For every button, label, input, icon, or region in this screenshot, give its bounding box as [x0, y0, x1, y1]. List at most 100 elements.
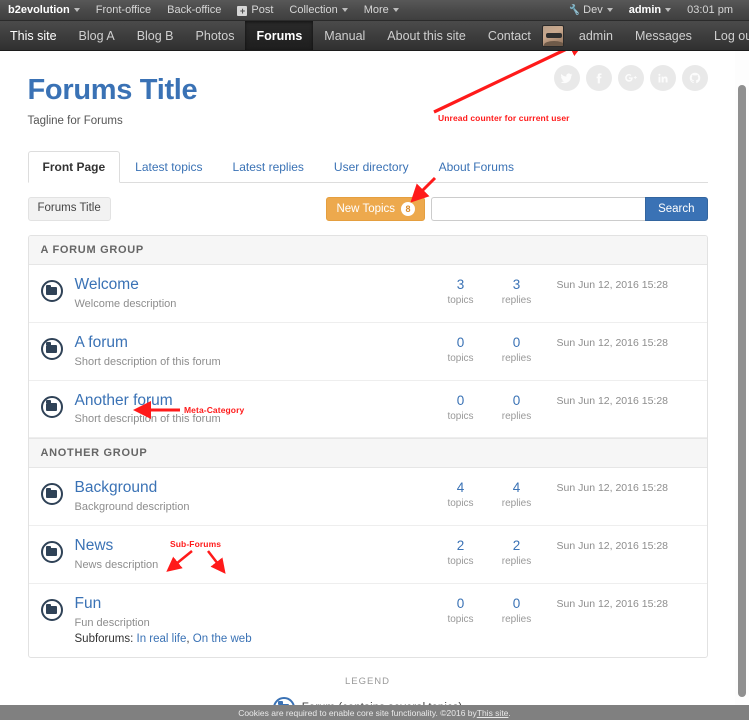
page-body: Forums Title Tagline for Forums Front Pa… [0, 51, 735, 720]
topics-count-cell: 2 topics [433, 537, 489, 567]
replies-label: replies [501, 352, 532, 364]
nav-item-label: Messages [634, 28, 692, 43]
replies-count-cell: 3 replies [489, 276, 545, 306]
googleplus-icon[interactable] [617, 65, 644, 91]
chevron-down-icon [341, 7, 348, 12]
legend-title: LEGEND [344, 675, 391, 687]
breadcrumb[interactable]: Forums Title [27, 197, 111, 221]
nav-item-label: Contact [487, 28, 531, 43]
tab-user-directory[interactable]: User directory [319, 151, 424, 183]
topics-label: topics [447, 410, 474, 422]
tab-about-forums[interactable]: About Forums [424, 151, 529, 183]
nav-item-manual[interactable]: Manual [313, 21, 376, 50]
folder-icon [40, 599, 63, 622]
subforum-link[interactable]: On the web [193, 633, 252, 645]
nav-item-blog-a[interactable]: Blog A [68, 21, 126, 50]
subforum-link[interactable]: In real life [137, 633, 187, 645]
toolbar-right-group: New Topics 8 Search [326, 197, 708, 221]
cookie-notice-link[interactable]: This site [477, 708, 509, 718]
nav-item-messages[interactable]: Messages [624, 29, 703, 43]
forum-description: Welcome description [74, 297, 177, 310]
replies-count-cell: 2 replies [489, 537, 545, 567]
nav-item-label: Log out [713, 28, 749, 43]
evobar-brand[interactable]: b2evolution [0, 0, 88, 21]
nav-item-photos[interactable]: Photos [185, 21, 246, 50]
nav-item-label: Blog B [136, 28, 174, 43]
forum-icon-cell [40, 276, 75, 302]
replies-label: replies [501, 614, 532, 626]
evobar-item-back-office[interactable]: Back-office [159, 0, 229, 21]
tab-front-page[interactable]: Front Page [27, 151, 121, 183]
forum-icon-cell [40, 392, 75, 418]
replies-count-cell: 4 replies [489, 479, 545, 509]
forum-icon-cell [40, 334, 75, 360]
forum-name-link[interactable]: A forum [75, 334, 433, 352]
forum-description: Short description of this forum [74, 355, 221, 368]
evobar-item-dev[interactable]: 🔧 Dev [560, 0, 621, 21]
plus-icon: + [237, 5, 248, 16]
subforum-separator: , [186, 632, 190, 645]
chevron-down-icon [606, 7, 613, 12]
forum-name-link[interactable]: News [75, 537, 433, 555]
evobar-item-more[interactable]: More [356, 0, 407, 21]
breadcrumb-label: Forums Title [37, 202, 101, 215]
forum-tabs: Front Page Latest topics Latest replies … [27, 151, 708, 183]
table-row[interactable]: A forum Short description of this forum … [28, 323, 707, 381]
table-row[interactable]: Background Background description 4 topi… [28, 468, 707, 527]
scrollbar-thumb[interactable] [738, 85, 746, 697]
admin-evobar: b2evolution Front-office Back-office + Po… [0, 0, 749, 21]
replies-label: replies [501, 498, 532, 510]
forum-name-link[interactable]: Fun [75, 595, 433, 613]
status-badge: 8 [401, 202, 416, 216]
evobar-item-front-office[interactable]: Front-office [88, 0, 159, 21]
forum-info: News News description [75, 537, 433, 571]
table-row[interactable]: News News description 2 topics 2 replies… [28, 526, 707, 585]
tab-label: User directory [333, 160, 409, 174]
tab-label: Latest replies [232, 160, 304, 174]
topics-count-cell: 0 topics [433, 595, 489, 625]
search-button[interactable]: Search [645, 197, 708, 221]
nav-item-this-site[interactable]: This site [0, 21, 68, 50]
vertical-scrollbar[interactable] [735, 51, 749, 705]
table-row[interactable]: Fun Fun description Subforums: In real l… [29, 584, 707, 657]
nav-item-about-this-site[interactable]: About this site [376, 21, 477, 50]
nav-item-label: Blog A [78, 28, 115, 43]
twitter-icon[interactable] [553, 65, 580, 91]
evobar-item-collection[interactable]: Collection [281, 0, 355, 21]
evobar-item-post[interactable]: + Post [229, 0, 281, 21]
nav-item-contact[interactable]: Contact [477, 21, 542, 50]
forum-name-link[interactable]: Background [75, 479, 433, 497]
last-post-date: Sun Jun 12, 2016 15:28 [556, 482, 669, 495]
replies-label: replies [501, 295, 532, 306]
forum-name-link[interactable]: Another forum [75, 392, 433, 410]
forum-list-panel: A FORUM GROUP Welcome Welcome descriptio… [27, 235, 708, 658]
tab-latest-replies[interactable]: Latest replies [218, 151, 319, 183]
table-row[interactable]: Welcome Welcome description 3 topics 3 r… [28, 265, 707, 323]
search-input[interactable] [431, 197, 646, 221]
nav-item-user[interactable]: admin [568, 29, 624, 43]
last-post-date: Sun Jun 12, 2016 15:28 [556, 540, 669, 553]
forum-name-link[interactable]: Welcome [75, 276, 433, 294]
replies-count: 0 [512, 596, 521, 612]
table-row[interactable]: Another forum Short description of this … [28, 381, 707, 439]
last-post-date: Sun Jun 12, 2016 15:28 [556, 336, 669, 349]
main-navigation: This site Blog A Blog B Photos Forums Ma… [0, 21, 749, 51]
tab-latest-topics[interactable]: Latest topics [120, 151, 217, 183]
avatar[interactable] [541, 24, 564, 47]
subforums-row: Subforums: In real life, On the web [75, 633, 433, 645]
topics-label: topics [447, 295, 474, 306]
annotation-meta-category: Meta-Category [184, 405, 245, 415]
forum-icon-cell [40, 595, 75, 622]
search-form: Search [431, 197, 708, 221]
evobar-item-admin[interactable]: admin [621, 0, 679, 21]
github-icon[interactable] [681, 65, 708, 91]
tab-label: About Forums [438, 160, 514, 174]
evobar-item-label: More [363, 3, 389, 16]
facebook-icon[interactable] [585, 65, 612, 91]
site-tagline: Tagline for Forums [27, 115, 123, 127]
nav-item-blog-b[interactable]: Blog B [126, 21, 185, 50]
new-topics-button[interactable]: New Topics 8 [326, 197, 426, 221]
linkedin-icon[interactable] [649, 65, 676, 91]
nav-item-forums[interactable]: Forums [245, 21, 314, 50]
nav-item-logout[interactable]: Log out [703, 29, 749, 43]
